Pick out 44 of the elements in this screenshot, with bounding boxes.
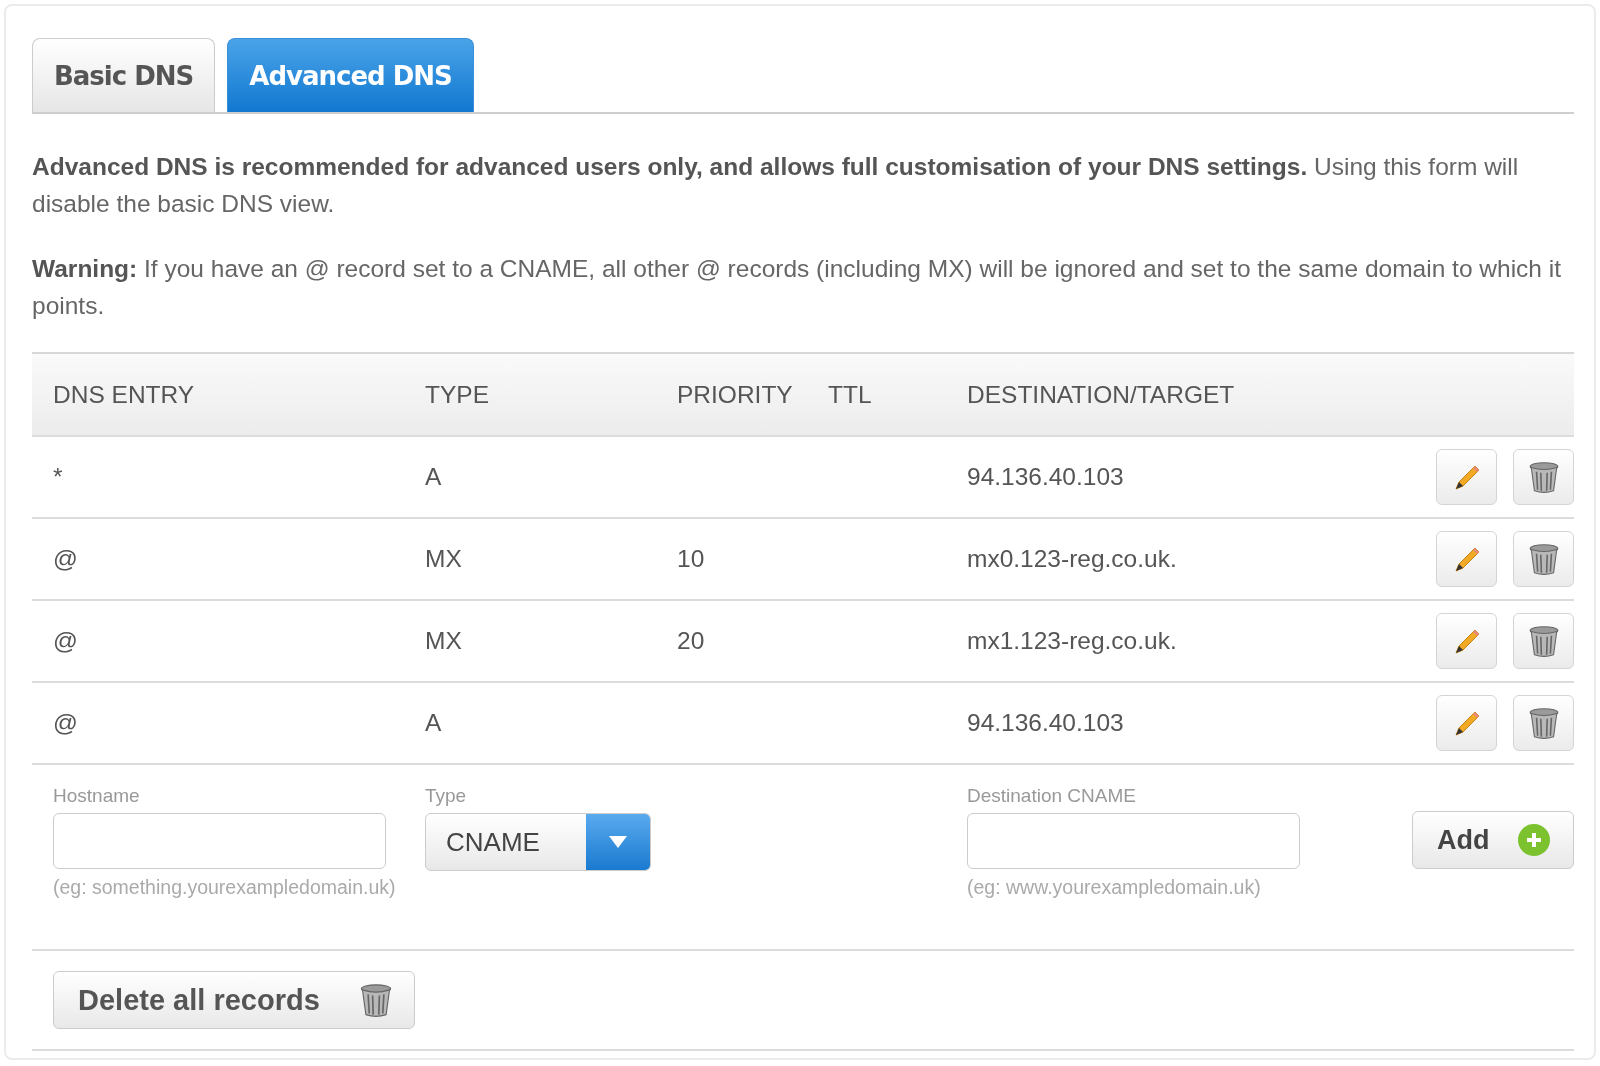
table-cell-text: mx0.123-reg.co.uk.: [967, 545, 1178, 573]
delete-all-button[interactable]: Delete all records: [53, 971, 415, 1029]
table-cell-text: 20: [677, 627, 706, 655]
table-cell-text: mx1.123-reg.co.uk.: [967, 627, 1178, 655]
table-cell-text: MX: [425, 627, 463, 655]
delete-button[interactable]: [1513, 531, 1574, 587]
type-dropdown[interactable]: CNAME: [425, 813, 651, 871]
table-cell-text: @: [53, 709, 79, 737]
edit-button[interactable]: [1436, 449, 1497, 505]
table-cell-text: A: [425, 709, 443, 737]
table-cell-text: 94.136.40.103: [967, 463, 1125, 491]
column-header: PRIORITY: [677, 380, 794, 409]
edit-button[interactable]: [1436, 695, 1497, 751]
column-header: TTL: [828, 380, 873, 409]
field-label: Type: [425, 785, 468, 807]
table-cell-text: MX: [425, 545, 463, 573]
edit-button[interactable]: [1436, 613, 1497, 669]
field-label: Hostname: [53, 785, 141, 807]
delete-button[interactable]: [1513, 695, 1574, 751]
hostname-input[interactable]: [53, 813, 386, 869]
warning-paragraph: Warning: If you have an @ record set to a CNAME, all other @ records (including MX) will be ignored and set to the same domain to which it points.: [32, 254, 1562, 321]
table-cell-text: 10: [677, 545, 706, 573]
plus-circle-icon: [1517, 823, 1551, 857]
trash-icon: [358, 982, 394, 1018]
edit-button[interactable]: [1436, 531, 1497, 587]
delete-button[interactable]: [1513, 449, 1574, 505]
column-header: TYPE: [425, 380, 490, 409]
table-cell-text: A: [425, 463, 443, 491]
column-header: DESTINATION/TARGET: [967, 380, 1236, 409]
tab[interactable]: Advanced DNS: [227, 38, 474, 112]
table-cell-text: 94.136.40.103: [967, 709, 1125, 737]
table-cell-text: @: [53, 627, 79, 655]
field-hint: (eg: something.yourexampledomain.uk): [53, 875, 397, 900]
table-cell-text: *: [53, 463, 64, 491]
column-header: DNS ENTRY: [53, 380, 196, 409]
tab[interactable]: Basic DNS: [32, 38, 216, 112]
intro-paragraph: Advanced DNS is recommended for advanced users only, and allows full customisation of your DNS settings. Using this form will disable the basic DNS view.: [32, 152, 1520, 219]
field-label: Destination CNAME: [967, 785, 1137, 807]
add-button[interactable]: Add: [1412, 811, 1574, 869]
delete-button[interactable]: [1513, 613, 1574, 669]
field-hint: (eg: www.yourexampledomain.uk): [967, 875, 1262, 900]
caret-icon: [608, 835, 628, 849]
destination-input[interactable]: [967, 813, 1300, 869]
table-cell-text: @: [53, 545, 79, 573]
